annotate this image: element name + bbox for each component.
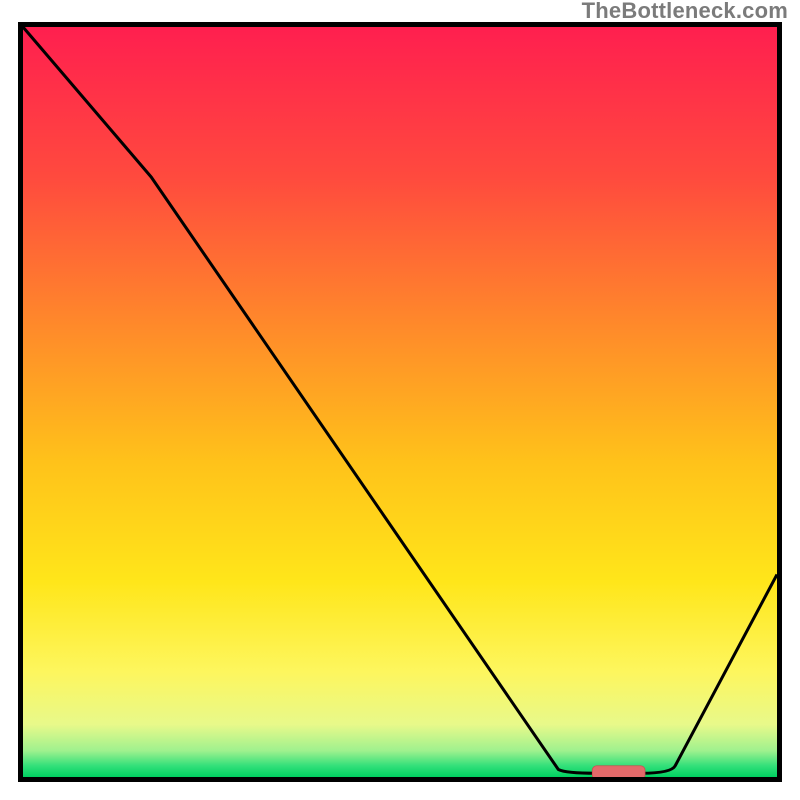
curve-layer [23,27,777,777]
cost-curve [23,27,777,773]
watermark-label: TheBottleneck.com [582,0,788,24]
chart-stage: TheBottleneck.com [0,0,800,800]
plot-frame [18,22,782,782]
plot-inner [23,27,777,777]
optimum-marker [592,766,645,777]
